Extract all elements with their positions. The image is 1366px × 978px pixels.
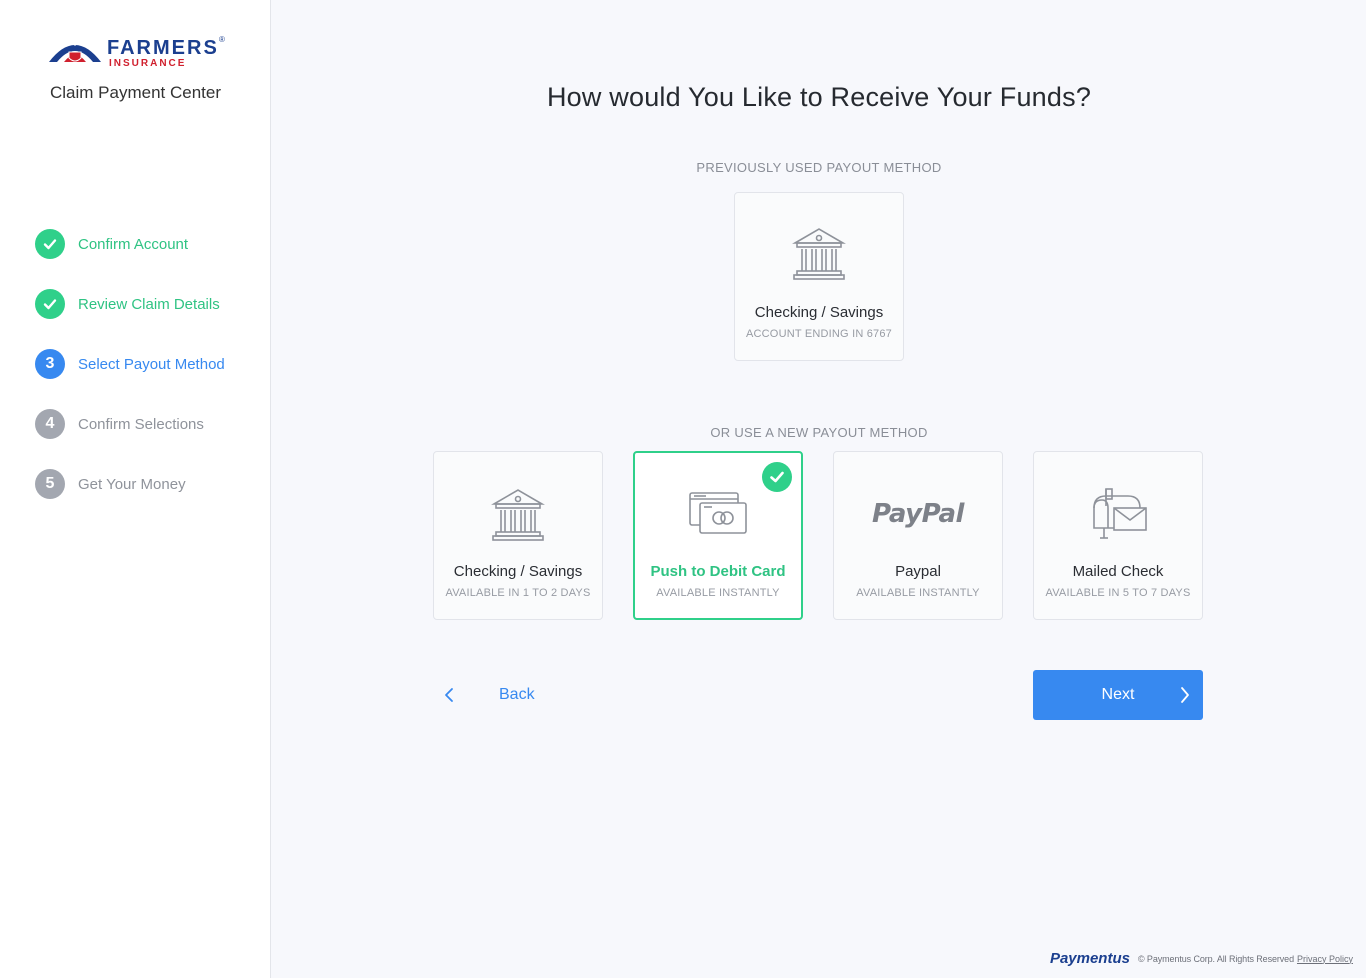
new-method-label: OR USE A NEW PAYOUT METHOD	[710, 425, 928, 440]
card-title: Push to Debit Card	[650, 563, 786, 580]
option-paypal-card[interactable]: PayPal Paypal AVAILABLE INSTANTLY	[833, 451, 1003, 620]
chevron-left-icon	[439, 685, 459, 705]
step-number: 5	[35, 469, 65, 499]
step-get-your-money[interactable]: 5 Get Your Money	[35, 469, 265, 499]
option-push-to-debit-card[interactable]: Push to Debit Card AVAILABLE INSTANTLY	[633, 451, 803, 620]
step-label: Review Claim Details	[78, 295, 220, 313]
option-mailed-check-card[interactable]: Mailed Check AVAILABLE IN 5 TO 7 DAYS	[1033, 451, 1203, 620]
card-title: Checking / Savings	[754, 304, 884, 321]
step-review-claim-details[interactable]: Review Claim Details	[35, 289, 265, 319]
app-title: Claim Payment Center	[49, 83, 221, 102]
mailbox-icon	[1034, 480, 1202, 544]
step-label: Get Your Money	[78, 475, 186, 493]
debit-card-icon	[635, 481, 801, 545]
card-title: Paypal	[895, 563, 941, 580]
farmers-logo: FARMERS ® INSURANCE	[47, 34, 227, 74]
back-button[interactable]: Back	[433, 670, 563, 720]
card-subtitle: AVAILABLE INSTANTLY	[656, 587, 780, 599]
previous-checking-savings-card[interactable]: Checking / Savings ACCOUNT ENDING IN 676…	[734, 192, 904, 361]
footer: Paymentus © Paymentus Corp. All Rights R…	[1050, 950, 1353, 967]
bank-icon	[735, 221, 903, 285]
card-title: Checking / Savings	[453, 563, 583, 580]
chevron-right-icon	[1181, 687, 1189, 703]
next-button[interactable]: Next	[1033, 670, 1203, 720]
step-confirm-account[interactable]: Confirm Account	[35, 229, 265, 259]
back-label: Back	[499, 686, 535, 703]
previous-method-label: PREVIOUSLY USED PAYOUT METHOD	[696, 160, 942, 175]
step-number: 3	[35, 349, 65, 379]
step-check-icon	[35, 229, 65, 259]
step-number: 4	[35, 409, 65, 439]
card-subtitle: AVAILABLE INSTANTLY	[856, 587, 980, 599]
privacy-policy-link[interactable]: Privacy Policy	[1297, 954, 1353, 964]
paypal-logo-text: PayPal	[872, 499, 964, 529]
card-subtitle: AVAILABLE IN 1 TO 2 DAYS	[445, 587, 591, 599]
step-label: Confirm Account	[78, 235, 189, 253]
logo-registered-mark: ®	[219, 35, 225, 44]
sidebar: FARMERS ® INSURANCE Claim Payment Center…	[0, 0, 271, 978]
umbrella-logo-icon	[49, 40, 101, 62]
step-check-icon	[35, 289, 65, 319]
paypal-logo: PayPal	[834, 482, 1002, 546]
card-title: Mailed Check	[1072, 563, 1164, 580]
step-select-payout-method[interactable]: 3 Select Payout Method	[35, 349, 265, 379]
card-subtitle: ACCOUNT ENDING IN 6767	[745, 328, 892, 340]
logo-wordmark: FARMERS	[107, 37, 219, 59]
page-title: How would You Like to Receive Your Funds…	[546, 82, 1092, 112]
paymentus-logo: Paymentus	[1049, 950, 1130, 967]
option-checking-savings-card[interactable]: Checking / Savings AVAILABLE IN 1 TO 2 D…	[433, 451, 603, 620]
copyright-text: © Paymentus Corp. All Rights Reserved	[1137, 953, 1294, 964]
step-confirm-selections[interactable]: 4 Confirm Selections	[35, 409, 265, 439]
bank-icon	[434, 482, 602, 546]
step-label: Select Payout Method	[78, 355, 225, 373]
card-subtitle: AVAILABLE IN 5 TO 7 DAYS	[1045, 587, 1191, 599]
step-label: Confirm Selections	[78, 415, 204, 433]
logo-subtitle: INSURANCE	[109, 58, 187, 69]
